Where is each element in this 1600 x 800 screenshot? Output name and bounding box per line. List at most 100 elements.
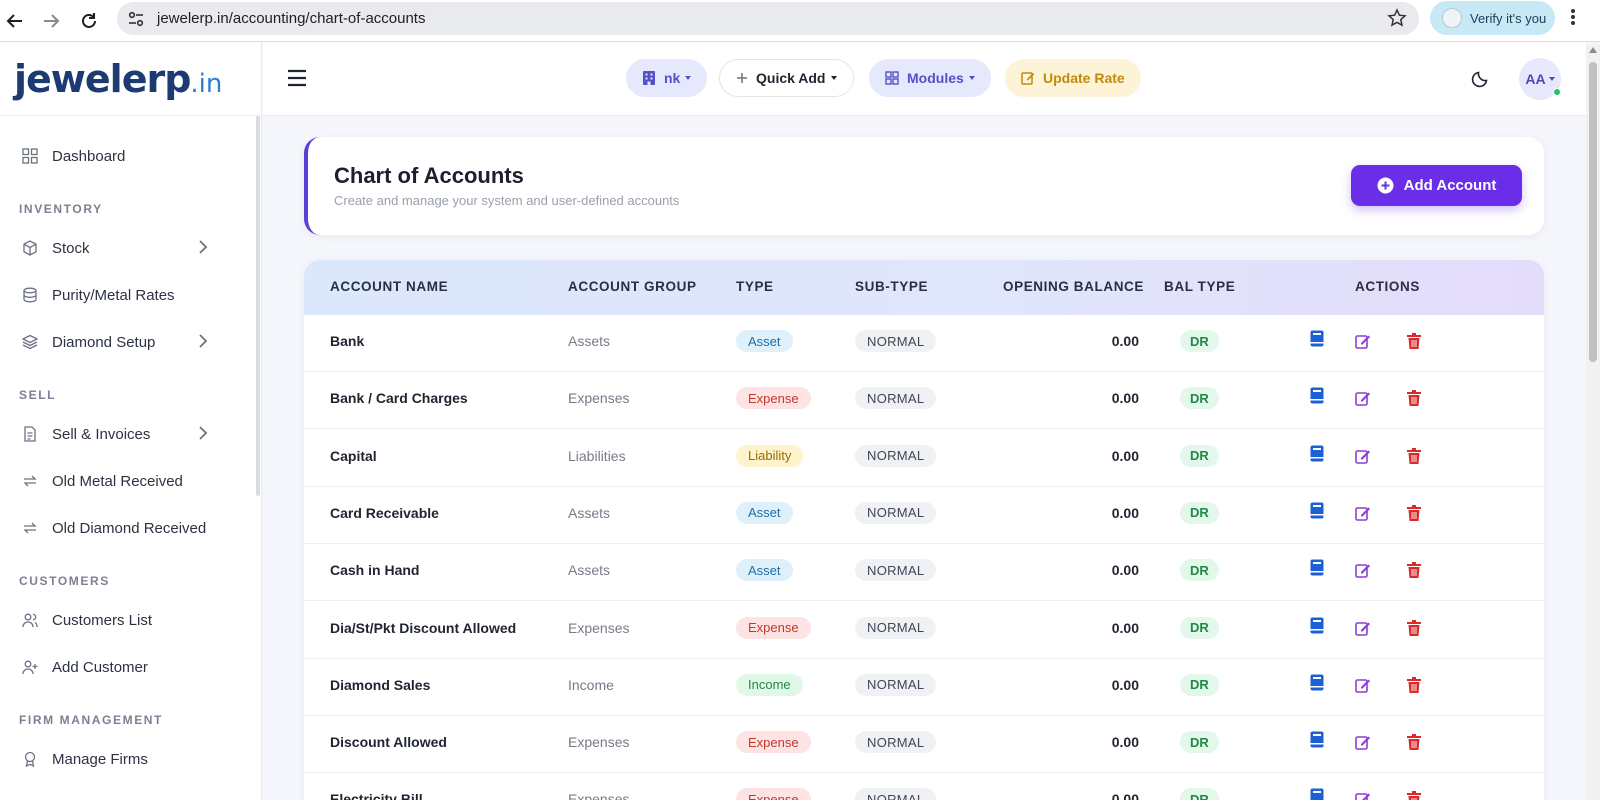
delete-account-button[interactable] [1407,619,1421,636]
site-settings-icon[interactable] [119,2,153,35]
type-badge: Expense [736,616,811,639]
book-icon [1310,387,1324,404]
edit-account-button[interactable] [1355,390,1371,407]
delete-account-button[interactable] [1407,562,1421,579]
account-name: Cash in Hand [330,562,420,579]
column-type[interactable]: TYPE [736,279,774,294]
ledger-button[interactable] [1310,502,1324,519]
edit-account-button[interactable] [1355,448,1371,464]
update-rate-button[interactable]: Update Rate [1005,59,1141,97]
edit-icon [1355,564,1370,578]
scroll-up-arrow-icon[interactable] [1589,47,1597,53]
sidebar-item-manage-firms[interactable]: Manage Firms [22,744,148,774]
opening-balance: 0.00 [1111,676,1139,693]
ledger-button[interactable] [1310,330,1324,347]
trash-icon [1407,619,1421,636]
column-opening-balance[interactable]: OPENING BALANCE [1003,279,1144,294]
quick-add-button[interactable]: Quick Add [719,59,854,97]
bal-type-badge: DR [1180,559,1219,582]
table-row[interactable]: Cash in Hand Assets Asset NORMAL 0.00 DR [304,544,1544,602]
opening-balance: 0.00 [1111,333,1139,349]
ledger-button[interactable] [1310,674,1324,691]
table-row[interactable]: Capital Liabilities Liability NORMAL 0.0… [304,430,1544,487]
type-badge: Asset [736,330,793,352]
menu-toggle-button[interactable] [287,69,307,87]
delete-account-button[interactable] [1407,734,1421,751]
table-row[interactable]: Diamond Sales Income Income NORMAL 0.00 … [304,659,1544,716]
brand-logo[interactable]: jewelerp.in [14,57,222,101]
sidebar-item-sell-invoices[interactable]: Sell & Invoices [22,419,208,449]
edit-account-button[interactable] [1355,620,1371,636]
sidebar-item-old-metal[interactable]: Old Metal Received [22,466,183,496]
section-sell: SELL [19,388,57,402]
account-name: Electricity Bill [330,791,423,800]
table-row[interactable]: Electricity Bill Expenses Expense NORMAL… [304,773,1544,800]
edit-account-button[interactable] [1355,505,1371,521]
verify-profile-button[interactable]: Verify it's you [1430,1,1555,35]
table-row[interactable]: Dia/St/Pkt Discount Allowed Expenses Exp… [304,602,1544,659]
sidebar-item-stock[interactable]: Stock [22,233,208,263]
book-icon [1310,617,1324,633]
edit-account-button[interactable] [1355,791,1371,800]
table-row[interactable]: Bank Assets Asset NORMAL 0.00 DR [304,315,1544,372]
back-button[interactable] [0,6,30,36]
delete-account-button[interactable] [1407,333,1421,349]
sidebar-item-label: Sell & Invoices [52,425,151,443]
bal-type-badge: DR [1180,330,1219,352]
firm-name: nk [664,70,681,86]
building-icon [643,71,655,85]
column-bal-type[interactable]: BAL TYPE [1164,279,1235,294]
dark-mode-toggle[interactable] [1471,68,1491,88]
ledger-button[interactable] [1310,788,1324,800]
delete-account-button[interactable] [1407,504,1421,521]
ledger-button[interactable] [1310,617,1324,634]
book-icon [1310,731,1324,748]
table-row[interactable]: Discount Allowed Expenses Expense NORMAL… [304,716,1544,774]
table-row[interactable]: Bank / Card Charges Expenses Expense NOR… [304,372,1544,430]
sidebar-item-add-customer[interactable]: Add Customer [22,652,148,682]
edit-account-button[interactable] [1355,562,1371,578]
sidebar-item-purity-rates[interactable]: Purity/Metal Rates [22,280,175,310]
table-row[interactable]: Card Receivable Assets Asset NORMAL 0.00… [304,487,1544,544]
firm-selector[interactable]: nk [626,59,708,97]
add-account-button[interactable]: Add Account [1351,165,1522,206]
bookmark-star-icon[interactable] [1387,8,1407,28]
subtype-badge: NORMAL [855,387,937,410]
account-group: Expenses [568,791,630,800]
plus-icon [737,73,747,83]
subtype-badge: NORMAL [855,559,937,582]
ledger-button[interactable] [1310,559,1324,576]
page-scrollbar[interactable] [1586,44,1600,800]
column-account-group[interactable]: ACCOUNT GROUP [568,279,697,294]
ledger-button[interactable] [1310,387,1324,404]
scroll-thumb[interactable] [1589,62,1597,362]
edit-account-button[interactable] [1355,734,1371,750]
sidebar-scrollbar[interactable] [256,116,260,496]
ledger-button[interactable] [1310,445,1324,462]
delete-account-button[interactable] [1407,791,1421,800]
sidebar: jewelerp.in Dashboard INVENTORY Stock Pu… [0,42,262,800]
edit-account-button[interactable] [1355,677,1371,693]
sidebar-item-old-diamond[interactable]: Old Diamond Received [22,513,206,543]
column-sub-type[interactable]: SUB-TYPE [855,279,928,294]
delete-account-button[interactable] [1407,447,1421,464]
reload-button[interactable] [74,6,104,36]
account-group: Expenses [568,390,630,407]
delete-account-button[interactable] [1407,390,1421,407]
bal-type-badge: DR [1180,673,1219,696]
modules-button[interactable]: Modules [869,59,991,97]
edit-account-button[interactable] [1355,333,1371,349]
delete-account-button[interactable] [1407,676,1421,693]
address-bar[interactable]: jewelerp.in/accounting/chart-of-accounts [117,2,1419,35]
ledger-button[interactable] [1310,731,1324,748]
edit-icon [1355,449,1370,464]
column-account-name[interactable]: ACCOUNT NAME [330,279,448,294]
sidebar-item-diamond-setup[interactable]: Diamond Setup [22,327,208,357]
browser-menu-icon[interactable] [1570,7,1576,27]
forward-button[interactable] [36,6,66,36]
bal-type-badge: DR [1180,788,1219,800]
quick-add-label: Quick Add [756,70,826,86]
sidebar-item-dashboard[interactable]: Dashboard [22,141,125,171]
sidebar-item-customers-list[interactable]: Customers List [22,605,152,635]
bal-type-badge: DR [1180,731,1219,754]
